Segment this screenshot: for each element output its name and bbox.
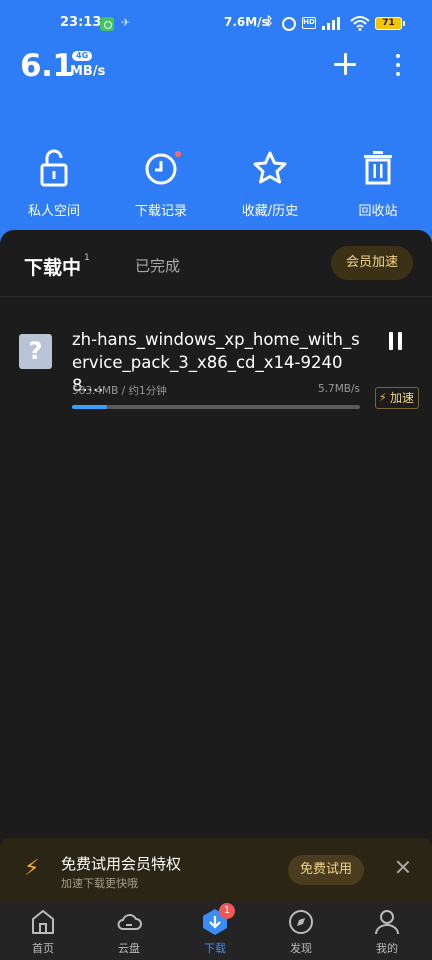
hd-icon: HD xyxy=(302,17,316,29)
promo-title: 免费试用会员特权 xyxy=(61,855,182,873)
cloud-icon xyxy=(117,914,142,930)
accelerate-button[interactable]: ⚡ 加速 xyxy=(375,387,419,409)
quick-action-label: 私人空间 xyxy=(27,204,80,219)
close-icon[interactable] xyxy=(395,859,411,875)
speed-unit: MB/s xyxy=(70,64,106,79)
download-speed: 6.1 4G MB/s xyxy=(20,48,105,88)
download-size-eta: 583.4MB / 约1分钟 xyxy=(72,385,167,397)
nav-label: 首页 xyxy=(32,942,54,955)
add-download-button[interactable] xyxy=(331,50,359,78)
tab-completed[interactable]: 已完成 xyxy=(135,255,180,276)
nav-discover[interactable]: 发现 xyxy=(258,902,344,960)
bird-notification-icon: ✈ xyxy=(121,16,131,29)
quick-action-label: 收藏/历史 xyxy=(241,204,299,219)
downloading-count: 1 xyxy=(84,253,90,263)
status-bar: 23:13 ✈ 7.6M/s ᛒ HD 71 xyxy=(0,12,432,36)
nav-label: 发现 xyxy=(290,942,312,955)
download-item[interactable]: ? zh-hans_windows_xp_home_with_service_p… xyxy=(0,320,432,420)
nav-label: 下载 xyxy=(204,942,226,955)
trash-icon xyxy=(364,151,392,185)
quick-action-label: 回收站 xyxy=(358,204,398,219)
vip-trial-banner: ⚡ 免费试用会员特权 加速下载更快哦 免费试用 xyxy=(0,838,432,902)
bottom-nav: 首页 云盘 1 下载 发现 我的 xyxy=(0,902,432,960)
quick-action-label: 下载记录 xyxy=(134,204,187,219)
download-speed-value: 5.7MB/s xyxy=(318,383,360,395)
promo-subtitle: 加速下载更快哦 xyxy=(61,877,138,890)
wifi-icon xyxy=(350,16,370,31)
alarm-icon xyxy=(282,17,296,31)
accelerate-label: 加速 xyxy=(389,391,414,405)
download-progress-bar xyxy=(72,405,360,409)
user-icon xyxy=(375,910,399,935)
network-speed: 7.6M/s xyxy=(224,15,269,29)
pause-button[interactable] xyxy=(389,332,403,350)
nav-me[interactable]: 我的 xyxy=(344,902,430,960)
nav-label: 云盘 xyxy=(118,942,140,955)
star-icon xyxy=(253,151,287,184)
quick-download-history[interactable]: 下载记录 xyxy=(111,148,211,220)
lightning-icon: ⚡ xyxy=(24,856,40,881)
quick-private-space[interactable]: 私人空间 xyxy=(4,148,104,220)
nav-cloud[interactable]: 云盘 xyxy=(86,902,172,960)
unlock-icon xyxy=(40,149,68,187)
bluetooth-icon: ᛒ xyxy=(266,14,274,28)
network-type-badge: 4G xyxy=(72,51,93,61)
status-time: 23:13 xyxy=(60,15,102,30)
tab-downloading[interactable]: 下载中 xyxy=(24,253,81,280)
home-icon xyxy=(32,910,54,934)
download-count-badge: 1 xyxy=(219,903,235,919)
header: 23:13 ✈ 7.6M/s ᛒ HD 71 6.1 4G MB/s 私人空间 … xyxy=(0,0,432,250)
new-record-dot xyxy=(175,151,181,157)
vip-accelerate-button[interactable]: 会员加速 xyxy=(331,246,413,280)
more-menu-button[interactable] xyxy=(388,52,408,78)
quick-favorites-history[interactable]: 收藏/历史 xyxy=(220,148,320,220)
unknown-file-icon: ? xyxy=(19,334,52,369)
signal-icon xyxy=(322,16,344,30)
divider xyxy=(0,296,432,297)
quick-recycle-bin[interactable]: 回收站 xyxy=(328,148,428,220)
nav-home[interactable]: 首页 xyxy=(0,902,86,960)
nav-label: 我的 xyxy=(376,942,398,955)
nav-download[interactable]: 1 下载 xyxy=(172,902,258,960)
speed-value: 6.1 xyxy=(20,48,74,84)
battery-icon: 71 xyxy=(375,17,405,30)
download-progress-fill xyxy=(72,405,107,409)
compass-icon xyxy=(289,910,313,934)
free-trial-button[interactable]: 免费试用 xyxy=(288,855,364,885)
app-notification-icon xyxy=(100,17,114,31)
lightning-icon: ⚡ xyxy=(379,391,387,404)
